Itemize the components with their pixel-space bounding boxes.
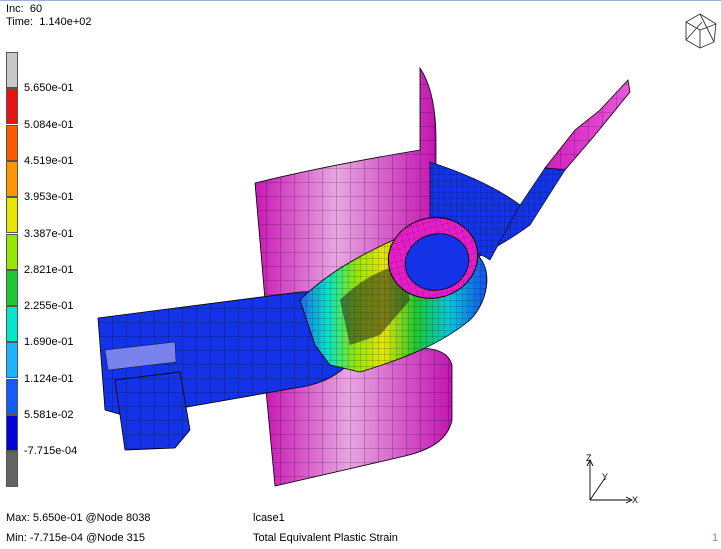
legend-swatch [6,451,18,488]
legend-value-label: 2.255e-01 [24,300,74,313]
legend-swatch [6,197,18,234]
legend-swatch [6,378,18,415]
x-axis-label: X [632,495,638,505]
z-axis-label: Z [586,453,592,463]
legend-value-label: 3.387e-01 [24,227,74,240]
page-marker: 1 [712,532,719,544]
legend-value-label: 5.650e-01 [24,82,74,95]
view-cube-icon[interactable] [685,13,717,49]
legend-swatch [6,306,18,343]
legend-value-label: 1.124e-01 [24,372,74,385]
legend-swatch [6,233,18,270]
legend-value-label: 5.581e-02 [24,409,74,421]
legend-value-label: 2.821e-01 [24,263,74,276]
legend-swatch [6,160,18,197]
legend-swatch [6,88,18,125]
legend-swatch [6,124,18,161]
legend-swatch [6,52,18,88]
legend-value-label: 1.690e-01 [24,336,74,349]
model-viewport[interactable]: Z Y X [0,0,721,549]
loadcase-name: lcase1 [253,512,285,524]
legend-swatch [6,415,18,451]
legend-value-label: 3.953e-01 [24,191,74,204]
legend-swatch [6,269,18,306]
legend-value-label: 5.084e-01 [24,118,74,131]
legend-value-label: -7.715e-04 [24,445,78,458]
y-axis-label: Y [602,472,608,482]
legend-value-label: 4.519e-01 [24,154,74,167]
legend-swatch [6,342,18,379]
max-readout: Max: 5.650e-01 @Node 8038 [6,512,151,524]
coordinate-triad [586,458,634,504]
min-readout: Min: -7.715e-04 @Node 315 [6,532,145,544]
result-name: Total Equivalent Plastic Strain [253,532,398,544]
